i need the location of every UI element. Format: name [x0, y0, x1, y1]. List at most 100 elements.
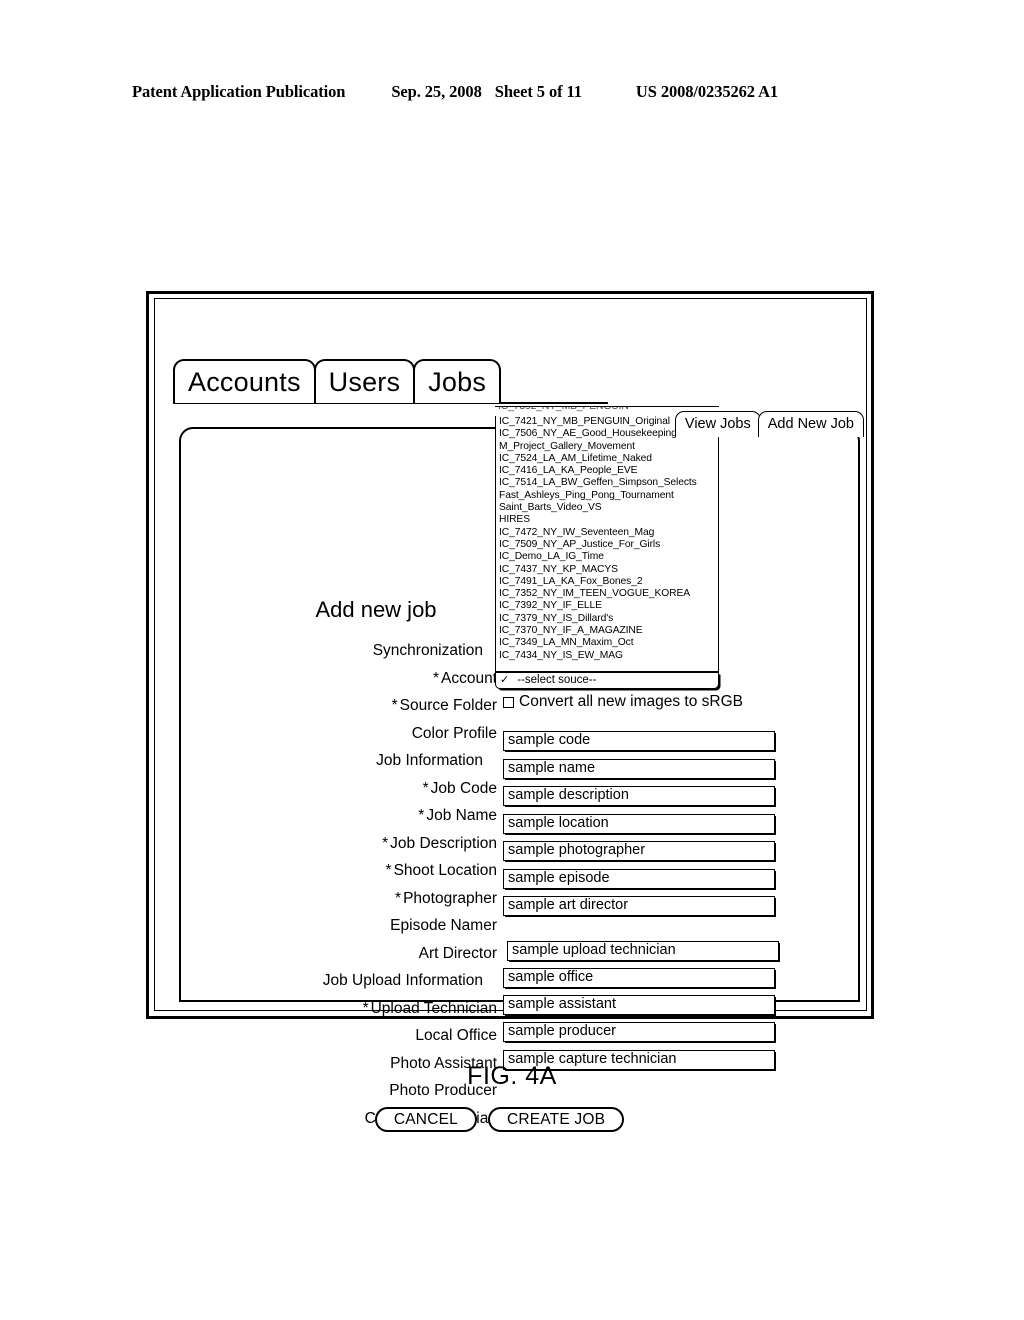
required-marker: * [385, 862, 392, 879]
form-label: Job Upload Information [201, 967, 501, 995]
figure-inner-frame: Accounts Users Jobs View Jobs Add New Jo… [154, 298, 867, 1132]
form-label: Color Profile [201, 720, 501, 748]
form-label: Local Office [201, 1022, 501, 1050]
convert-srgb-label: Convert all new images to sRGB [519, 693, 743, 710]
subtab-add-new-job-label: Add New Job [767, 416, 854, 433]
form-label-text: Synchronization [372, 642, 483, 659]
form-label-text: Job Description [390, 834, 497, 852]
convert-srgb-row[interactable]: Convert all new images to sRGB [503, 693, 743, 711]
photo-producer-input[interactable]: sample producer [503, 1022, 775, 1042]
required-marker: * [362, 999, 369, 1017]
source-select-dropdown[interactable]: IC_7392_NY_MB_PENGUIN IC_7421_NY_MB_PENG… [495, 406, 719, 689]
form-actions: CANCEL CREATE JOB [181, 1107, 858, 1132]
required-marker: * [391, 697, 398, 714]
tab-jobs[interactable]: Jobs [413, 359, 502, 403]
source-option[interactable]: IC_7352_NY_IM_TEEN_VOGUE_KOREA [496, 588, 718, 600]
source-option[interactable]: IC_7524_LA_AM_Lifetime_Naked [496, 453, 718, 465]
form-label: * Upload Technician [201, 995, 501, 1023]
tab-accounts-label: Accounts [188, 366, 301, 397]
tab-users[interactable]: Users [313, 359, 416, 403]
form-label-text: Local Office [415, 1027, 497, 1044]
form-label: * Shoot Location [201, 857, 501, 885]
form-label-text: Source Folder [399, 697, 497, 714]
form-label-text: Art Director [418, 944, 497, 962]
form-label: * Account [201, 665, 501, 693]
form-label-column: Synchronization * Account * Source Folder Col… [201, 637, 501, 1132]
checkbox-icon[interactable] [503, 696, 514, 708]
form-label-text: Account [440, 669, 497, 687]
form-label: * Photographer [201, 885, 501, 913]
source-option[interactable]: IC_7509_NY_AP_Justice_For_Girls [496, 539, 718, 551]
required-marker: * [422, 779, 429, 797]
job-code-input[interactable]: sample code [503, 731, 775, 751]
source-option[interactable]: Fast_Ashleys_Ping_Pong_Tournament [496, 490, 718, 502]
photo-assistant-input[interactable]: sample assistant [503, 995, 775, 1015]
subtab-add-new-job[interactable]: Add New Job [757, 411, 864, 437]
source-option[interactable]: IC_7379_NY_IS_Dillard's [496, 613, 718, 625]
form-label-text: Episode Namer [390, 917, 497, 934]
form-label: * Job Description [201, 830, 501, 858]
subtab-view-jobs[interactable]: View Jobs [674, 411, 761, 437]
source-option[interactable]: IC_7437_NY_KP_MACYS [496, 564, 718, 576]
local-office-input[interactable]: sample office [503, 968, 775, 988]
source-select-value-label: --select souce-- [517, 673, 597, 686]
patent-header: Patent Application Publication Sep. 25, … [132, 82, 892, 102]
form-label-text: Job Name [426, 807, 497, 824]
source-option[interactable]: HIRES [496, 514, 718, 526]
source-option[interactable]: IC_Demo_LA_IG_Time [496, 551, 718, 563]
source-option[interactable]: IC_7349_LA_MN_Maxim_Oct [496, 637, 718, 649]
form-label-text: Job Information [376, 752, 483, 769]
form-title: Add new job [315, 597, 437, 622]
sub-tabstrip: View Jobs Add New Job [674, 411, 864, 437]
form-label: Synchronization [201, 637, 501, 665]
source-option[interactable]: IC_7370_NY_IF_A_MAGAZINE [496, 625, 718, 637]
source-option[interactable]: IC_7491_LA_KA_Fox_Bones_2 [496, 576, 718, 588]
form-label-text: Shoot Location [393, 862, 497, 879]
upload-technician-input[interactable]: sample upload technician [507, 941, 779, 961]
patent-sheet-label: Sheet 5 of 11 [494, 82, 582, 101]
required-marker: * [432, 669, 439, 687]
form-label: Episode Namer [201, 912, 501, 940]
cancel-button-label: CANCEL [393, 1110, 458, 1128]
form-label: Art Director [201, 940, 501, 968]
source-option[interactable]: IC_7434_NY_IS_EW_MAG [496, 650, 718, 662]
create-job-button-label: CREATE JOB [506, 1110, 606, 1128]
cancel-button[interactable]: CANCEL [374, 1107, 477, 1132]
form-label: * Source Folder [201, 692, 501, 720]
shoot-location-input[interactable]: sample location [503, 814, 775, 834]
form-label-text: Upload Technician [370, 999, 497, 1017]
source-option[interactable]: IC_7514_LA_BW_Geffen_Simpson_Selects [496, 477, 718, 489]
source-option-list[interactable]: IC_7421_NY_MB_PENGUIN_Original IC_7506_NY… [495, 416, 719, 672]
form-label-text: Photographer [403, 889, 497, 907]
art-director-input[interactable]: sample art director [503, 896, 775, 916]
form-label-text: Job Upload Information [322, 972, 483, 989]
job-description-input[interactable]: sample description [503, 786, 775, 806]
required-marker: * [418, 807, 425, 824]
episode-namer-input[interactable]: sample episode [503, 869, 775, 889]
patent-publication-label: Patent Application Publication [132, 82, 346, 101]
source-option[interactable]: IC_7392_NY_IF_ELLE [496, 600, 718, 612]
form-label-text: Color Profile [411, 724, 497, 742]
create-job-button[interactable]: CREATE JOB [487, 1107, 625, 1132]
tab-jobs-label: Jobs [428, 366, 487, 397]
job-name-input[interactable]: sample name [503, 759, 775, 779]
source-option[interactable]: Saint_Barts_Video_VS [496, 502, 718, 514]
tab-users-label: Users [328, 366, 401, 397]
tab-accounts[interactable]: Accounts [173, 359, 316, 403]
figure-outer-frame: Accounts Users Jobs View Jobs Add New Jo… [146, 291, 874, 1132]
source-option[interactable]: M_Project_Gallery_Movement [496, 441, 718, 453]
patent-number-label: US 2008/0235262 A1 [635, 82, 779, 101]
form-label: Job Information [201, 747, 501, 775]
application-window: Accounts Users Jobs View Jobs Add New Jo… [155, 299, 866, 1132]
source-option[interactable]: IC_7416_LA_KA_People_EVE [496, 465, 718, 477]
patent-date-label: Sep. 25, 2008 [391, 82, 482, 101]
form-label: * Job Code [201, 775, 501, 803]
required-marker: * [395, 889, 402, 907]
photographer-input[interactable]: sample photographer [503, 841, 775, 861]
form-label-text: Job Code [430, 779, 497, 797]
figure-caption: FIG. 4A [467, 1062, 557, 1090]
source-option[interactable]: IC_7472_NY_IW_Seventeen_Mag [496, 527, 718, 539]
source-select-closed-value[interactable]: ✓ --select souce-- [495, 672, 719, 689]
main-tabstrip: Accounts Users Jobs [173, 359, 502, 403]
check-icon: ✓ [500, 674, 510, 686]
